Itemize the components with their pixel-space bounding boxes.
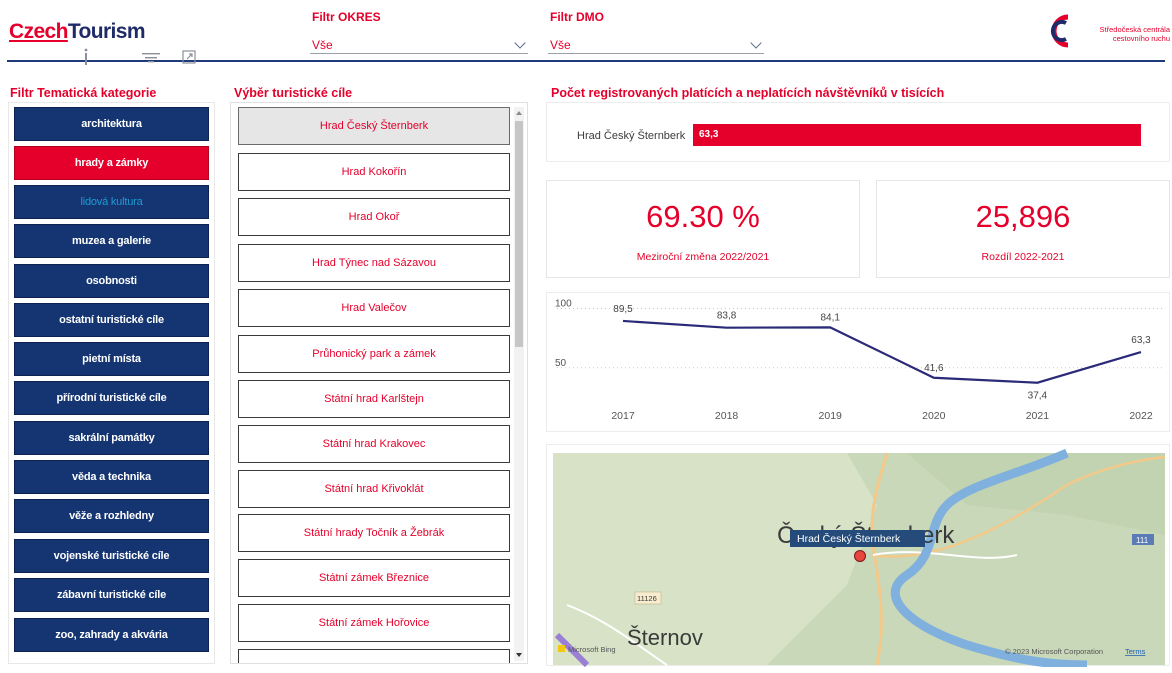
kpi-value: 69.30 %	[646, 199, 760, 234]
x-tick-label: 2018	[715, 410, 739, 422]
logo-czech-text: Czech	[9, 20, 68, 43]
map-terms-link[interactable]: Terms	[1125, 647, 1146, 656]
categories-panel: architektura hrady a zámky lidová kultur…	[8, 102, 215, 664]
visitors-bar-chart: Hrad Český Šternberk 63,3	[546, 102, 1170, 162]
data-label: 41,6	[924, 363, 944, 374]
road-badge-text: 11126	[637, 594, 657, 603]
map-attribution-left: Microsoft Bing	[568, 645, 616, 654]
destination-button[interactable]: Průhonický park a zámek	[238, 335, 510, 373]
logo-tourism-text: Tourism	[67, 20, 146, 43]
bar-value-label: 63,3	[699, 129, 719, 140]
kpi-label: Meziroční změna 2022/2021	[636, 251, 770, 263]
filter-dmo-select[interactable]: Vše	[548, 34, 764, 54]
filter-dmo-label: Filtr DMO	[550, 10, 604, 24]
destination-button[interactable]: Státní zámek Hořovice	[238, 604, 510, 642]
category-button[interactable]: architektura	[14, 107, 209, 141]
filter-okres-label: Filtr OKRES	[312, 10, 381, 24]
line-chart-card: 100 50 89,5 83,8 84,1 41,6 37,4 63,3 2017 2018 201…	[546, 292, 1170, 432]
filter-dmo-value: Vše	[550, 38, 571, 52]
destination-button[interactable]: Hrad Okoř	[238, 198, 510, 236]
info-icon[interactable]	[82, 47, 90, 67]
category-button[interactable]: zoo, zahrady a akvária	[14, 618, 209, 652]
y-tick-label: 100	[555, 298, 572, 309]
category-button[interactable]: pietní místa	[14, 342, 209, 376]
category-button[interactable]: přírodní turistické cíle	[14, 381, 209, 415]
visitors-bar[interactable]	[693, 124, 1141, 146]
category-button[interactable]: ostatní turistické cíle	[14, 303, 209, 337]
kpi-card-yoy: 69.30 % Meziroční změna 2022/2021	[546, 180, 860, 278]
focus-mode-icon[interactable]	[182, 50, 196, 64]
x-tick-label: 2022	[1129, 410, 1153, 422]
series-line	[622, 319, 1142, 384]
stredoceska-centrala-logo	[1050, 14, 1069, 48]
filter-okres: Filtr OKRES	[312, 10, 381, 24]
data-label: 84,1	[820, 312, 840, 323]
category-button[interactable]: vojenské turistické cíle	[14, 539, 209, 573]
destination-button[interactable]: Státní hrad Krakovec	[238, 425, 510, 463]
destinations-title: Výběr turistické cíle	[234, 86, 353, 100]
destination-button[interactable]: Státní zámek Březnice	[238, 559, 510, 597]
category-button[interactable]: sakrální památky	[14, 421, 209, 455]
data-label: 83,8	[717, 311, 737, 322]
filter-icon[interactable]	[142, 52, 160, 64]
data-label: 63,3	[1131, 335, 1151, 346]
destination-button[interactable]: Hrad Týnec nad Sázavou	[238, 244, 510, 282]
scroll-up-arrow-icon[interactable]	[516, 111, 522, 115]
dashboard-root: { "header": { "logo_part1": "Czech", "lo…	[0, 0, 1172, 673]
x-tick-label: 2020	[922, 410, 946, 422]
scroll-down-arrow-icon[interactable]	[516, 653, 522, 657]
destination-button[interactable]	[238, 649, 510, 663]
map-attribution: © 2023 Microsoft Corporation	[1005, 647, 1103, 656]
kpi-label: Rozdíl 2022-2021	[981, 251, 1065, 263]
partner-line-2: cestovního ruchu	[1112, 34, 1170, 43]
visitors-line-chart: 100 50 89,5 83,8 84,1 41,6 37,4 63,3 2017 2018 201…	[555, 298, 1165, 422]
chevron-down-icon	[750, 37, 762, 49]
y-tick-label: 50	[555, 358, 567, 369]
categories-title: Filtr Tematická kategorie	[10, 86, 157, 100]
filter-okres-value: Vše	[312, 38, 333, 52]
destination-button[interactable]: Státní hrad Křivoklát	[238, 470, 510, 508]
destinations-panel: Hrad Český Šternberk Hrad Kokořín Hrad O…	[230, 102, 528, 664]
visitors-title: Počet registrovaných platících a neplatí…	[551, 86, 945, 100]
partner-line-1: Středočeská centrála	[1099, 25, 1170, 34]
kpi-value: 25,896	[975, 199, 1071, 234]
map-pin-icon[interactable]	[854, 550, 866, 562]
bing-logo-icon	[558, 645, 565, 652]
category-button[interactable]: hrady a zámky	[14, 146, 209, 180]
category-button[interactable]: lidová kultura	[14, 185, 209, 219]
scrollbar-thumb[interactable]	[515, 121, 523, 347]
x-tick-label: 2017	[611, 410, 635, 422]
map-card: Český Šternberk Šternov Hrad Český Štern…	[546, 444, 1171, 670]
data-label: 37,4	[1028, 391, 1048, 402]
filter-dmo: Filtr DMO	[550, 10, 604, 24]
partner-name: Středočeská centrála cestovního ruchu	[1078, 25, 1170, 43]
chevron-down-icon	[514, 37, 526, 49]
data-label: 89,5	[613, 304, 633, 315]
category-button[interactable]: osobnosti	[14, 264, 209, 298]
destinations-scrollbar[interactable]	[514, 107, 524, 661]
bar-category-label: Hrad Český Šternberk	[577, 130, 686, 142]
map-tooltip-text: Hrad Český Šternberk	[797, 532, 901, 545]
x-tick-label: 2019	[819, 410, 843, 422]
x-tick-label: 2021	[1026, 410, 1050, 422]
destination-button[interactable]: Hrad Kokořín	[238, 153, 510, 191]
destination-button[interactable]: Státní hrady Točník a Žebrák	[238, 514, 510, 552]
category-button[interactable]: zábavní turistické cíle	[14, 578, 209, 612]
category-button[interactable]: věže a rozhledny	[14, 499, 209, 533]
category-button[interactable]: věda a technika	[14, 460, 209, 494]
destination-button[interactable]: Hrad Český Šternberk	[238, 107, 510, 145]
kpi-card-diff: 25,896 Rozdíl 2022-2021	[876, 180, 1170, 278]
filter-okres-select[interactable]: Vše	[310, 34, 528, 54]
category-button[interactable]: muzea a galerie	[14, 224, 209, 258]
czechtourism-logo: CzechTourism	[9, 20, 146, 44]
destination-button[interactable]: Hrad Valečov	[238, 289, 510, 327]
destination-button[interactable]: Státní hrad Karlštejn	[238, 380, 510, 418]
map-town-label: Šternov	[627, 625, 703, 650]
header-divider	[7, 60, 1165, 62]
road-badge-text: 111	[1136, 536, 1149, 545]
map-view[interactable]: Český Šternberk Šternov Hrad Český Štern…	[547, 445, 1171, 670]
